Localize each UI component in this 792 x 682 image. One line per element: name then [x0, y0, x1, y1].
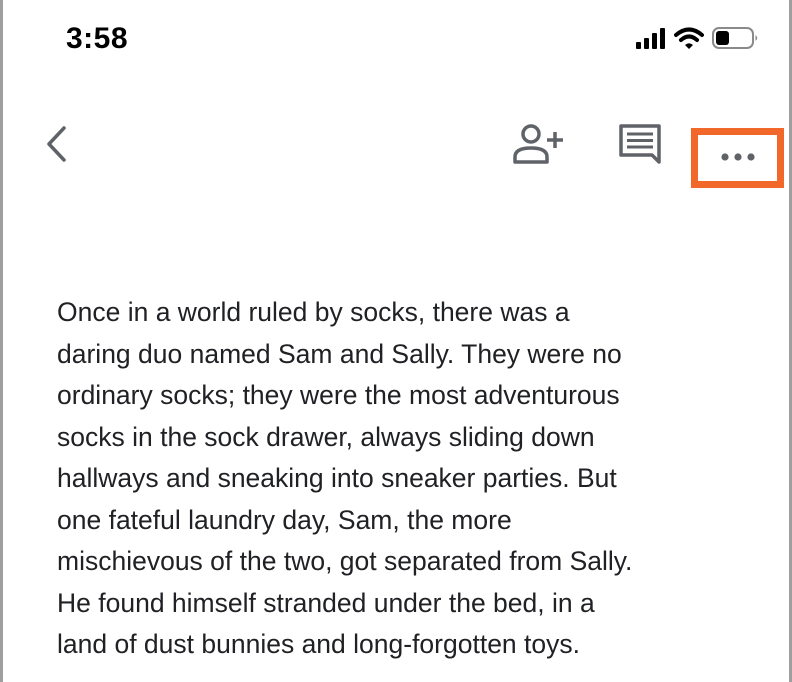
share-add-person-button[interactable]	[508, 122, 568, 170]
document-body[interactable]: Once in a world ruled by socks, there wa…	[57, 292, 757, 666]
status-bar: 3:58	[0, 0, 792, 80]
doc-text-line: daring duo named Sam and Sally. They wer…	[57, 338, 622, 369]
more-options-button[interactable]	[691, 128, 784, 188]
doc-toolbar	[0, 100, 792, 192]
back-button[interactable]	[36, 122, 76, 170]
doc-text-line: ordinary socks; they were the most adven…	[57, 380, 620, 410]
comments-button[interactable]	[610, 122, 670, 170]
signal-icon	[636, 27, 666, 54]
wifi-icon	[674, 27, 704, 54]
battery-icon	[712, 26, 760, 55]
doc-text-line: hallways and sneaking into sneaker parti…	[57, 463, 617, 493]
doc-text-line: mischievous of the two, got separated fr…	[57, 546, 633, 576]
doc-text-line: land of dust bunnies and long-forgotten …	[57, 629, 580, 659]
back-icon	[44, 124, 68, 169]
doc-text-line: one fateful laundry day, Sam, the more	[57, 504, 512, 535]
status-time: 3:58	[66, 22, 129, 55]
person-add-icon	[511, 122, 565, 171]
comment-icon	[617, 122, 663, 171]
status-icons	[636, 26, 760, 55]
more-horizontal-icon	[720, 149, 756, 167]
doc-text-line: He found himself stranded under the bed,…	[57, 587, 595, 618]
doc-text-line: socks in the sock drawer, always sliding…	[57, 421, 595, 452]
doc-text-line: Once in a world ruled by socks, there wa…	[57, 297, 570, 327]
